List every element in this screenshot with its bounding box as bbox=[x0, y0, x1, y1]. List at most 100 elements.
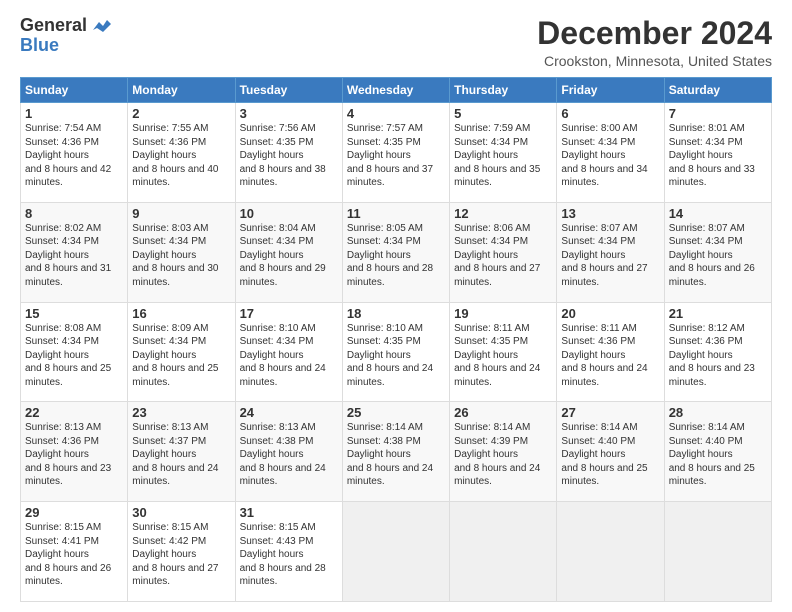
day-info: Sunrise: 8:02 AM Sunset: 4:34 PM Dayligh… bbox=[25, 222, 123, 290]
calendar-cell: 28 Sunrise: 8:14 AM Sunset: 4:40 PM Dayl… bbox=[664, 402, 771, 502]
day-number: 10 bbox=[240, 206, 338, 221]
calendar-week-3: 15 Sunrise: 8:08 AM Sunset: 4:34 PM Dayl… bbox=[21, 302, 772, 402]
logo-blue: Blue bbox=[20, 35, 59, 55]
day-number: 1 bbox=[25, 106, 123, 121]
day-number: 21 bbox=[669, 306, 767, 321]
calendar-cell: 11 Sunrise: 8:05 AM Sunset: 4:34 PM Dayl… bbox=[342, 202, 449, 302]
calendar-cell bbox=[557, 502, 664, 602]
day-info: Sunrise: 8:13 AM Sunset: 4:37 PM Dayligh… bbox=[132, 421, 230, 489]
calendar-cell: 14 Sunrise: 8:07 AM Sunset: 4:34 PM Dayl… bbox=[664, 202, 771, 302]
calendar-cell: 27 Sunrise: 8:14 AM Sunset: 4:40 PM Dayl… bbox=[557, 402, 664, 502]
day-number: 19 bbox=[454, 306, 552, 321]
day-number: 31 bbox=[240, 505, 338, 520]
day-info: Sunrise: 7:57 AM Sunset: 4:35 PM Dayligh… bbox=[347, 122, 445, 190]
calendar-week-2: 8 Sunrise: 8:02 AM Sunset: 4:34 PM Dayli… bbox=[21, 202, 772, 302]
day-info: Sunrise: 8:04 AM Sunset: 4:34 PM Dayligh… bbox=[240, 222, 338, 290]
title-block: December 2024 Crookston, Minnesota, Unit… bbox=[537, 16, 772, 69]
calendar-cell: 9 Sunrise: 8:03 AM Sunset: 4:34 PM Dayli… bbox=[128, 202, 235, 302]
calendar-cell: 29 Sunrise: 8:15 AM Sunset: 4:41 PM Dayl… bbox=[21, 502, 128, 602]
calendar-week-1: 1 Sunrise: 7:54 AM Sunset: 4:36 PM Dayli… bbox=[21, 103, 772, 203]
day-number: 4 bbox=[347, 106, 445, 121]
calendar-cell: 3 Sunrise: 7:56 AM Sunset: 4:35 PM Dayli… bbox=[235, 103, 342, 203]
calendar-cell: 30 Sunrise: 8:15 AM Sunset: 4:42 PM Dayl… bbox=[128, 502, 235, 602]
day-info: Sunrise: 8:11 AM Sunset: 4:35 PM Dayligh… bbox=[454, 322, 552, 390]
day-info: Sunrise: 8:14 AM Sunset: 4:38 PM Dayligh… bbox=[347, 421, 445, 489]
day-info: Sunrise: 8:00 AM Sunset: 4:34 PM Dayligh… bbox=[561, 122, 659, 190]
day-number: 9 bbox=[132, 206, 230, 221]
day-number: 25 bbox=[347, 405, 445, 420]
calendar-cell: 26 Sunrise: 8:14 AM Sunset: 4:39 PM Dayl… bbox=[450, 402, 557, 502]
day-number: 28 bbox=[669, 405, 767, 420]
calendar-cell: 6 Sunrise: 8:00 AM Sunset: 4:34 PM Dayli… bbox=[557, 103, 664, 203]
page: General Blue December 2024 Crookston, Mi… bbox=[0, 0, 792, 612]
day-number: 30 bbox=[132, 505, 230, 520]
calendar-cell: 12 Sunrise: 8:06 AM Sunset: 4:34 PM Dayl… bbox=[450, 202, 557, 302]
calendar-cell: 20 Sunrise: 8:11 AM Sunset: 4:36 PM Dayl… bbox=[557, 302, 664, 402]
calendar-cell: 24 Sunrise: 8:13 AM Sunset: 4:38 PM Dayl… bbox=[235, 402, 342, 502]
day-info: Sunrise: 8:01 AM Sunset: 4:34 PM Dayligh… bbox=[669, 122, 767, 190]
day-info: Sunrise: 8:10 AM Sunset: 4:35 PM Dayligh… bbox=[347, 322, 445, 390]
day-info: Sunrise: 8:14 AM Sunset: 4:39 PM Dayligh… bbox=[454, 421, 552, 489]
day-info: Sunrise: 8:09 AM Sunset: 4:34 PM Dayligh… bbox=[132, 322, 230, 390]
calendar-table: SundayMondayTuesdayWednesdayThursdayFrid… bbox=[20, 77, 772, 602]
day-number: 26 bbox=[454, 405, 552, 420]
day-number: 6 bbox=[561, 106, 659, 121]
day-info: Sunrise: 8:14 AM Sunset: 4:40 PM Dayligh… bbox=[561, 421, 659, 489]
day-number: 27 bbox=[561, 405, 659, 420]
calendar-header-row: SundayMondayTuesdayWednesdayThursdayFrid… bbox=[21, 78, 772, 103]
calendar-cell: 31 Sunrise: 8:15 AM Sunset: 4:43 PM Dayl… bbox=[235, 502, 342, 602]
day-info: Sunrise: 8:08 AM Sunset: 4:34 PM Dayligh… bbox=[25, 322, 123, 390]
day-info: Sunrise: 8:15 AM Sunset: 4:42 PM Dayligh… bbox=[132, 521, 230, 589]
day-number: 24 bbox=[240, 405, 338, 420]
day-info: Sunrise: 8:05 AM Sunset: 4:34 PM Dayligh… bbox=[347, 222, 445, 290]
day-number: 22 bbox=[25, 405, 123, 420]
day-info: Sunrise: 8:13 AM Sunset: 4:38 PM Dayligh… bbox=[240, 421, 338, 489]
day-info: Sunrise: 8:13 AM Sunset: 4:36 PM Dayligh… bbox=[25, 421, 123, 489]
day-info: Sunrise: 7:55 AM Sunset: 4:36 PM Dayligh… bbox=[132, 122, 230, 190]
day-info: Sunrise: 8:07 AM Sunset: 4:34 PM Dayligh… bbox=[561, 222, 659, 290]
day-info: Sunrise: 8:15 AM Sunset: 4:43 PM Dayligh… bbox=[240, 521, 338, 589]
calendar-cell: 7 Sunrise: 8:01 AM Sunset: 4:34 PM Dayli… bbox=[664, 103, 771, 203]
day-number: 16 bbox=[132, 306, 230, 321]
day-number: 20 bbox=[561, 306, 659, 321]
weekday-header-friday: Friday bbox=[557, 78, 664, 103]
day-info: Sunrise: 8:06 AM Sunset: 4:34 PM Dayligh… bbox=[454, 222, 552, 290]
day-info: Sunrise: 7:59 AM Sunset: 4:34 PM Dayligh… bbox=[454, 122, 552, 190]
weekday-header-monday: Monday bbox=[128, 78, 235, 103]
day-number: 8 bbox=[25, 206, 123, 221]
calendar-cell: 2 Sunrise: 7:55 AM Sunset: 4:36 PM Dayli… bbox=[128, 103, 235, 203]
calendar-cell: 8 Sunrise: 8:02 AM Sunset: 4:34 PM Dayli… bbox=[21, 202, 128, 302]
day-number: 3 bbox=[240, 106, 338, 121]
day-info: Sunrise: 8:07 AM Sunset: 4:34 PM Dayligh… bbox=[669, 222, 767, 290]
day-number: 17 bbox=[240, 306, 338, 321]
calendar-cell: 18 Sunrise: 8:10 AM Sunset: 4:35 PM Dayl… bbox=[342, 302, 449, 402]
logo: General Blue bbox=[20, 16, 111, 56]
day-number: 2 bbox=[132, 106, 230, 121]
location: Crookston, Minnesota, United States bbox=[537, 53, 772, 69]
calendar-cell: 21 Sunrise: 8:12 AM Sunset: 4:36 PM Dayl… bbox=[664, 302, 771, 402]
day-info: Sunrise: 7:56 AM Sunset: 4:35 PM Dayligh… bbox=[240, 122, 338, 190]
calendar-week-5: 29 Sunrise: 8:15 AM Sunset: 4:41 PM Dayl… bbox=[21, 502, 772, 602]
weekday-header-sunday: Sunday bbox=[21, 78, 128, 103]
day-number: 29 bbox=[25, 505, 123, 520]
day-number: 12 bbox=[454, 206, 552, 221]
calendar-cell: 22 Sunrise: 8:13 AM Sunset: 4:36 PM Dayl… bbox=[21, 402, 128, 502]
weekday-header-tuesday: Tuesday bbox=[235, 78, 342, 103]
calendar-cell: 16 Sunrise: 8:09 AM Sunset: 4:34 PM Dayl… bbox=[128, 302, 235, 402]
weekday-header-saturday: Saturday bbox=[664, 78, 771, 103]
weekday-header-thursday: Thursday bbox=[450, 78, 557, 103]
day-number: 15 bbox=[25, 306, 123, 321]
day-info: Sunrise: 8:14 AM Sunset: 4:40 PM Dayligh… bbox=[669, 421, 767, 489]
day-info: Sunrise: 8:15 AM Sunset: 4:41 PM Dayligh… bbox=[25, 521, 123, 589]
day-number: 18 bbox=[347, 306, 445, 321]
day-number: 5 bbox=[454, 106, 552, 121]
logo-bird-icon bbox=[89, 18, 111, 34]
day-number: 7 bbox=[669, 106, 767, 121]
calendar-cell: 4 Sunrise: 7:57 AM Sunset: 4:35 PM Dayli… bbox=[342, 103, 449, 203]
day-info: Sunrise: 8:03 AM Sunset: 4:34 PM Dayligh… bbox=[132, 222, 230, 290]
calendar-cell: 5 Sunrise: 7:59 AM Sunset: 4:34 PM Dayli… bbox=[450, 103, 557, 203]
calendar-cell: 25 Sunrise: 8:14 AM Sunset: 4:38 PM Dayl… bbox=[342, 402, 449, 502]
calendar-cell: 15 Sunrise: 8:08 AM Sunset: 4:34 PM Dayl… bbox=[21, 302, 128, 402]
calendar-cell bbox=[342, 502, 449, 602]
day-info: Sunrise: 8:10 AM Sunset: 4:34 PM Dayligh… bbox=[240, 322, 338, 390]
